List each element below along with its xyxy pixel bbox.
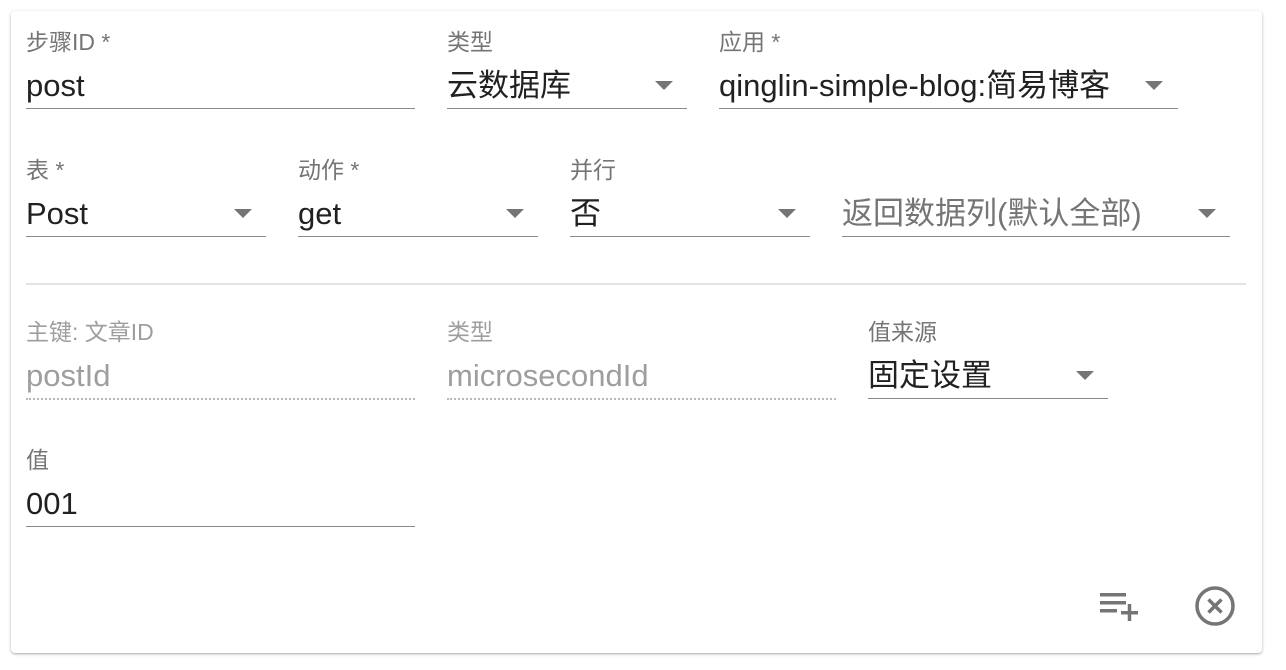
value-source-value: 固定设置	[868, 358, 992, 393]
chevron-down-icon[interactable]	[1198, 209, 1216, 218]
value-field[interactable]: 值 001	[26, 446, 415, 542]
parallel-value: 否	[570, 196, 601, 231]
step-id-label: 步骤ID *	[26, 29, 111, 55]
action-underline	[298, 236, 538, 237]
columns-select[interactable]: 返回数据列(默认全部)	[842, 156, 1230, 252]
table-value: Post	[26, 196, 89, 231]
step-type-select[interactable]: 类型 云数据库	[447, 28, 687, 124]
step-type-underline	[447, 108, 687, 109]
primary-key-underline	[26, 398, 415, 400]
key-type-field: 类型 microsecondId	[447, 318, 836, 414]
primary-key-label: 主键: 文章ID	[26, 319, 154, 345]
action-select[interactable]: 动作 * get	[298, 156, 538, 252]
primary-key-field: 主键: 文章ID postId	[26, 318, 415, 414]
columns-placeholder: 返回数据列(默认全部)	[842, 196, 1142, 231]
key-type-value: microsecondId	[447, 358, 649, 393]
chevron-down-icon[interactable]	[778, 209, 796, 218]
parallel-select[interactable]: 并行 否	[570, 156, 810, 252]
key-type-underline	[447, 398, 836, 400]
table-underline	[26, 236, 266, 237]
action-label: 动作 *	[298, 157, 360, 183]
primary-key-value: postId	[26, 358, 111, 393]
chevron-down-icon[interactable]	[1076, 371, 1094, 380]
table-select[interactable]: 表 * Post	[26, 156, 266, 252]
app-label: 应用 *	[719, 29, 781, 55]
app-underline	[719, 108, 1178, 109]
playlist-add-icon[interactable]	[1096, 589, 1140, 625]
step-id-underline	[26, 108, 415, 109]
chevron-down-icon[interactable]	[1145, 81, 1163, 90]
table-label: 表 *	[26, 157, 65, 183]
value-source-label: 值来源	[868, 319, 937, 345]
step-id-field[interactable]: 步骤ID * post	[26, 28, 415, 124]
app-select[interactable]: 应用 * qinglin-simple-blog:简易博客	[719, 28, 1178, 124]
value-source-select[interactable]: 值来源 固定设置	[868, 318, 1108, 414]
columns-underline	[842, 236, 1230, 237]
step-type-label: 类型	[447, 29, 493, 55]
value-input[interactable]: 001	[26, 484, 78, 524]
value-underline	[26, 526, 415, 527]
chevron-down-icon[interactable]	[234, 209, 252, 218]
action-value: get	[298, 196, 342, 231]
parallel-underline	[570, 236, 810, 237]
key-type-label: 类型	[447, 319, 493, 345]
app-value: qinglin-simple-blog:简易博客	[719, 68, 1111, 103]
chevron-down-icon[interactable]	[506, 209, 524, 218]
section-divider	[26, 283, 1246, 285]
step-card: 步骤ID * post 类型 云数据库 应用 * qinglin-simple-…	[11, 11, 1262, 653]
step-type-value: 云数据库	[447, 68, 571, 103]
value-label: 值	[26, 447, 49, 473]
step-id-input[interactable]: post	[26, 66, 85, 106]
value-source-underline	[868, 398, 1108, 399]
close-circle-icon[interactable]	[1192, 583, 1238, 629]
parallel-label: 并行	[570, 157, 616, 183]
chevron-down-icon[interactable]	[655, 81, 673, 90]
